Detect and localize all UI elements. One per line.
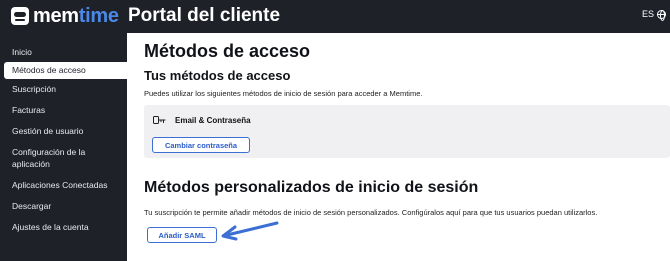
memtime-logo[interactable]: memtime (11, 6, 119, 26)
sidebar-item-aplicaciones-conectadas[interactable]: Aplicaciones Conectadas (0, 180, 127, 191)
custom-methods-description: Tu suscripción te permite añadir métodos… (144, 208, 598, 217)
method-row: Email & Contraseña (153, 115, 251, 125)
logo-text: memtime (33, 6, 119, 26)
sidebar-item-inicio[interactable]: Inicio (0, 47, 127, 58)
logo-text-time: time (78, 5, 119, 27)
main-content: Métodos de acceso Tus métodos de acceso … (127, 33, 670, 261)
custom-methods-heading: Métodos personalizados de inicio de sesi… (144, 179, 479, 196)
portal-title: Portal del cliente (128, 5, 281, 26)
memtime-logo-icon (11, 7, 29, 25)
sidebar-item-metodos-de-acceso[interactable]: Métodos de acceso (4, 62, 127, 79)
method-card: Email & Contraseña Cambiar contraseña (144, 105, 670, 158)
key-icon (153, 115, 166, 125)
your-methods-description: Puedes utilizar los siguientes métodos d… (144, 89, 423, 98)
sidebar-item-ajustes-de-la-cuenta[interactable]: Ajustes de la cuenta (0, 222, 127, 233)
sidebar-item-configuracion-app-line1[interactable]: Configuración de la (0, 147, 127, 158)
arrow-annotation-icon (221, 221, 279, 241)
language-code: ES (641, 9, 654, 19)
change-password-button[interactable]: Cambiar contraseña (152, 137, 250, 153)
globe-icon (657, 9, 666, 21)
page-title: Métodos de acceso (144, 41, 311, 61)
sidebar-item-suscripcion[interactable]: Suscripción (0, 84, 127, 95)
sidebar-item-configuracion-app-line2[interactable]: aplicación (0, 159, 127, 170)
your-methods-heading: Tus métodos de acceso (144, 68, 291, 83)
language-selector[interactable]: ES (641, 9, 666, 21)
add-saml-button[interactable]: Añadir SAML (147, 227, 217, 243)
top-bar: memtime Portal del cliente ES (0, 0, 670, 33)
method-label: Email & Contraseña (175, 115, 251, 125)
sidebar: Inicio Métodos de acceso Suscripción Fac… (0, 40, 127, 233)
sidebar-item-gestion-de-usuario[interactable]: Gestión de usuario (0, 126, 127, 137)
sidebar-item-descargar[interactable]: Descargar (0, 201, 127, 212)
sidebar-item-facturas[interactable]: Facturas (0, 105, 127, 116)
logo-text-mem: mem (33, 5, 79, 27)
